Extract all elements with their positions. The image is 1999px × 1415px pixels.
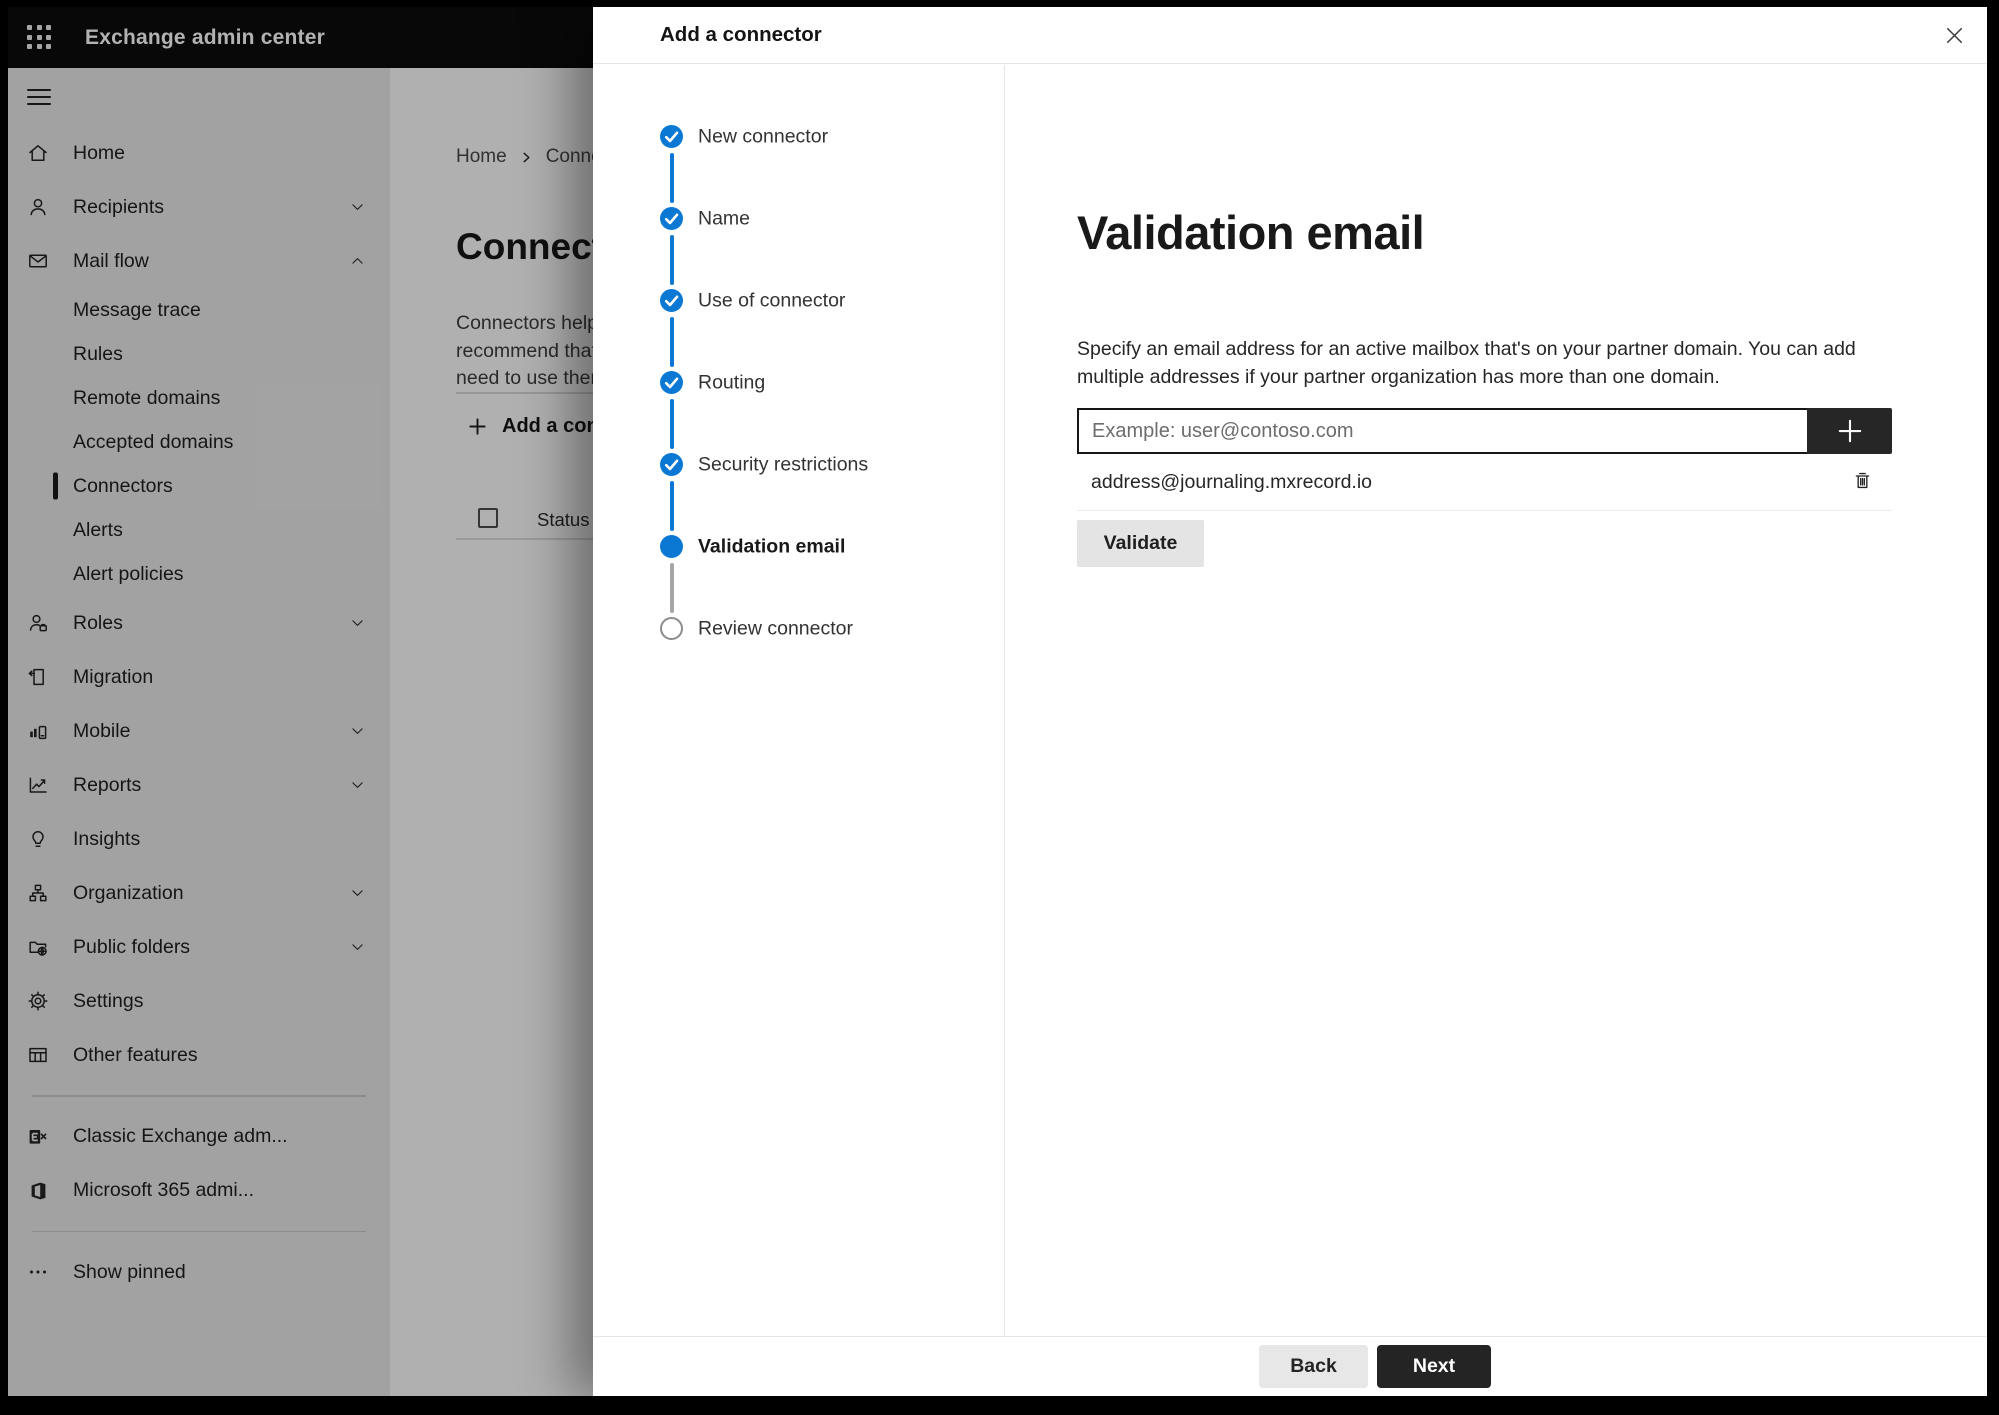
add-connector-dialog: Add a connector New connector Name Use of …	[593, 7, 1987, 1396]
back-button[interactable]: Back	[1259, 1345, 1368, 1388]
step-complete-icon	[660, 207, 683, 230]
plus-icon	[1838, 419, 1861, 443]
dialog-header: Add a connector	[593, 7, 1987, 64]
wizard-step-security-restrictions[interactable]: Security restrictions	[593, 449, 1004, 481]
dialog-title: Add a connector	[660, 23, 822, 46]
step-complete-icon	[660, 453, 683, 476]
step-current-icon	[660, 535, 683, 558]
step-complete-icon	[660, 289, 683, 312]
step-connector-line	[670, 562, 674, 613]
address-row: address@journaling.mxrecord.io	[1077, 454, 1892, 511]
step-complete-icon	[660, 371, 683, 394]
step-label: Security restrictions	[698, 453, 869, 475]
step-label: Name	[698, 207, 751, 229]
step-label: Review connector	[698, 617, 853, 639]
step-heading: Validation email	[1077, 206, 1425, 259]
close-button[interactable]	[1933, 14, 1975, 56]
step-connector-line	[670, 234, 674, 285]
validate-button[interactable]: Validate	[1077, 520, 1204, 567]
step-label: Use of connector	[698, 289, 846, 311]
email-input-row	[1077, 408, 1892, 454]
dialog-content: Validation email Specify an email addres…	[1005, 64, 1987, 1337]
add-email-button[interactable]	[1807, 408, 1892, 454]
step-label: New connector	[698, 125, 829, 147]
screen: Exchange admin center Home Recipients Mail…	[8, 7, 1987, 1396]
step-complete-icon	[660, 125, 683, 148]
step-connector-line	[670, 152, 674, 203]
step-connector-line	[670, 316, 674, 367]
step-label: Validation email	[698, 535, 846, 557]
dialog-footer: Back Next	[593, 1336, 1987, 1396]
next-button[interactable]: Next	[1377, 1345, 1491, 1388]
step-upcoming-icon	[660, 617, 683, 640]
delete-address-button[interactable]	[1851, 469, 1874, 495]
wizard-step-routing[interactable]: Routing	[593, 367, 1004, 399]
wizard-step-validation-email[interactable]: Validation email	[593, 531, 1004, 563]
wizard-step-name[interactable]: Name	[593, 203, 1004, 235]
wizard-steps: New connector Name Use of connector Routing…	[593, 64, 1005, 1337]
step-label: Routing	[698, 371, 766, 393]
wizard-step-use-of-connector[interactable]: Use of connector	[593, 285, 1004, 317]
validation-email-input[interactable]	[1077, 408, 1807, 454]
wizard-step-review-connector[interactable]: Review connector	[593, 613, 1004, 645]
step-connector-line	[670, 480, 674, 531]
wizard-step-new-connector[interactable]: New connector	[593, 121, 1004, 153]
step-connector-line	[670, 398, 674, 449]
trash-icon	[1851, 469, 1874, 495]
address-text: address@journaling.mxrecord.io	[1091, 470, 1373, 493]
close-icon	[1946, 27, 1962, 43]
step-description: Specify an email address for an active m…	[1077, 338, 1856, 388]
